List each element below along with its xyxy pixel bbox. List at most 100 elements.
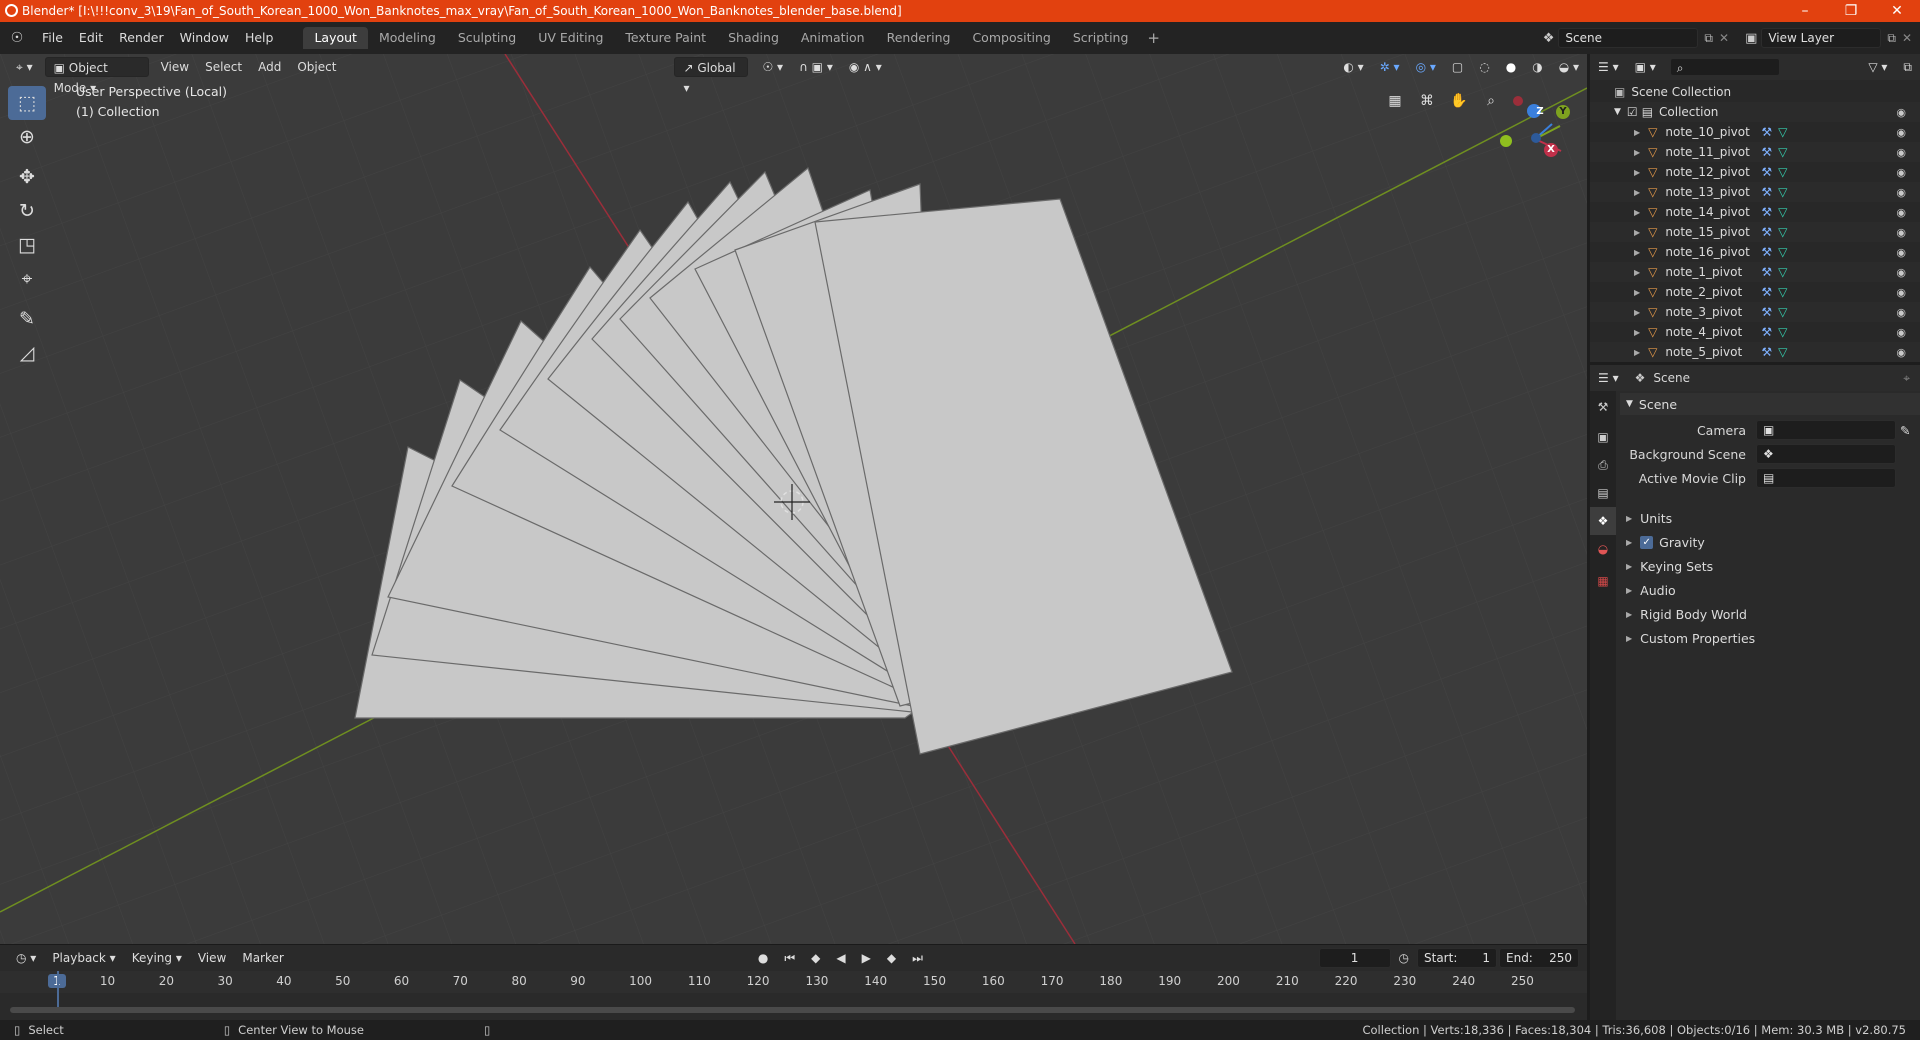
viewport-canvas[interactable] bbox=[0, 54, 1587, 944]
jump-start-icon[interactable]: ⏮ bbox=[776, 948, 803, 968]
viewport-menu-select[interactable]: Select bbox=[197, 57, 250, 77]
modifier-wrench-icon[interactable]: ⚒ bbox=[1761, 345, 1772, 359]
pin-icon[interactable]: ⌖ bbox=[1903, 371, 1910, 386]
expand-arrow-icon[interactable]: ▼ bbox=[1614, 107, 1621, 117]
annotate-tool-icon[interactable]: ✎ bbox=[8, 302, 46, 336]
modifier-wrench-icon[interactable]: ⚒ bbox=[1761, 125, 1772, 139]
eye-icon[interactable]: ◉ bbox=[1896, 106, 1906, 119]
property-section[interactable]: ▶ Audio bbox=[1620, 579, 1920, 601]
collection-checkbox-icon[interactable]: ☑ bbox=[1627, 105, 1638, 119]
play-reverse-icon[interactable]: ◀ bbox=[828, 948, 853, 968]
texture-tab-icon[interactable]: ▦ bbox=[1590, 563, 1616, 599]
mesh-data-icon[interactable]: ▽ bbox=[1778, 325, 1787, 339]
new-collection-icon[interactable]: ⧉ bbox=[1895, 57, 1920, 77]
next-keyframe-icon[interactable]: ◆ bbox=[879, 948, 904, 968]
mesh-data-icon[interactable]: ▽ bbox=[1778, 345, 1787, 359]
outliner-item[interactable]: ▶ ▽ note_2_pivot ⚒ ▽ ◉ bbox=[1590, 282, 1920, 302]
menu-edit[interactable]: Edit bbox=[71, 27, 111, 49]
modifier-wrench-icon[interactable]: ⚒ bbox=[1761, 325, 1772, 339]
modifier-wrench-icon[interactable]: ⚒ bbox=[1761, 245, 1772, 259]
mesh-data-icon[interactable]: ▽ bbox=[1778, 245, 1787, 259]
eyedropper-icon[interactable]: ✎ bbox=[1900, 423, 1910, 438]
mesh-data-icon[interactable]: ▽ bbox=[1778, 125, 1787, 139]
xray-icon[interactable]: ▢ bbox=[1444, 57, 1471, 77]
eye-icon[interactable]: ◉ bbox=[1896, 346, 1906, 359]
shading-material-icon[interactable]: ◑ bbox=[1524, 57, 1550, 77]
world-tab-icon[interactable]: ◒ bbox=[1590, 535, 1616, 563]
outliner-search-input[interactable]: ⌕ bbox=[1669, 58, 1780, 76]
proportional-edit-icon[interactable]: ◉ ∧ ▾ bbox=[841, 57, 890, 77]
collection-row[interactable]: ▼ ☑ ▤ Collection ◉ bbox=[1590, 102, 1920, 122]
gizmo-neg-z-icon[interactable] bbox=[1531, 133, 1541, 143]
tab-scripting[interactable]: Scripting bbox=[1062, 27, 1140, 49]
scene-close-icon[interactable]: ✕ bbox=[1719, 31, 1729, 45]
play-icon[interactable]: ▶ bbox=[854, 948, 879, 968]
expand-arrow-icon[interactable]: ▶ bbox=[1634, 328, 1640, 337]
3d-viewport[interactable]: Z Y X User Perspective (Local) (1) Colle… bbox=[0, 54, 1587, 944]
modifier-wrench-icon[interactable]: ⚒ bbox=[1761, 265, 1772, 279]
marker-menu[interactable]: Marker bbox=[234, 948, 291, 968]
eye-icon[interactable]: ◉ bbox=[1896, 266, 1906, 279]
outliner-item[interactable]: ▶ ▽ note_15_pivot ⚒ ▽ ◉ bbox=[1590, 222, 1920, 242]
scale-tool-icon[interactable]: ◳ bbox=[8, 228, 46, 262]
add-workspace-icon[interactable]: + bbox=[1139, 29, 1168, 47]
modifier-wrench-icon[interactable]: ⚒ bbox=[1761, 205, 1772, 219]
mesh-data-icon[interactable]: ▽ bbox=[1778, 165, 1787, 179]
menu-file[interactable]: File bbox=[34, 27, 71, 49]
display-mode-icon[interactable]: ▣ ▾ bbox=[1627, 57, 1664, 77]
filter-icon[interactable]: ▽ ▾ bbox=[1860, 57, 1895, 77]
outliner-item[interactable]: ▶ ▽ note_1_pivot ⚒ ▽ ◉ bbox=[1590, 262, 1920, 282]
start-frame-field[interactable]: Start: 1 bbox=[1417, 948, 1497, 968]
outliner-item[interactable]: ▶ ▽ note_16_pivot ⚒ ▽ ◉ bbox=[1590, 242, 1920, 262]
tool-tab-icon[interactable]: ⚒ bbox=[1590, 391, 1616, 423]
menu-help[interactable]: Help bbox=[237, 27, 282, 49]
menu-render[interactable]: Render bbox=[111, 27, 172, 49]
outliner-editor-type-icon[interactable]: ☰ ▾ bbox=[1590, 57, 1627, 77]
expand-arrow-icon[interactable]: ▶ bbox=[1634, 148, 1640, 157]
timeline-editor-type-icon[interactable]: ◷ ▾ bbox=[8, 948, 44, 968]
view-layer-tab-icon[interactable]: ▤ bbox=[1590, 479, 1616, 507]
pivot-icon[interactable]: ☉ ▾ bbox=[754, 57, 791, 77]
grid-view-icon[interactable]: ▦ bbox=[1382, 88, 1408, 114]
eye-icon[interactable]: ◉ bbox=[1896, 146, 1906, 159]
property-section[interactable]: ▶ Custom Properties bbox=[1620, 627, 1920, 649]
tab-modeling[interactable]: Modeling bbox=[368, 27, 447, 49]
camera-field[interactable]: ▣ bbox=[1756, 420, 1896, 440]
view-layer-close-icon[interactable]: ✕ bbox=[1902, 31, 1912, 45]
outliner-item[interactable]: ▶ ▽ note_12_pivot ⚒ ▽ ◉ bbox=[1590, 162, 1920, 182]
end-frame-field[interactable]: End: 250 bbox=[1499, 948, 1579, 968]
render-tab-icon[interactable]: ▣ bbox=[1590, 423, 1616, 451]
mesh-data-icon[interactable]: ▽ bbox=[1778, 265, 1787, 279]
viewport-menu-object[interactable]: Object bbox=[289, 57, 344, 77]
mesh-data-icon[interactable]: ▽ bbox=[1778, 145, 1787, 159]
expand-arrow-icon[interactable]: ▶ bbox=[1634, 128, 1640, 137]
shading-wireframe-icon[interactable]: ◌ bbox=[1471, 57, 1497, 77]
gravity-checkbox[interactable]: ✓ bbox=[1640, 535, 1654, 549]
view-layer-field[interactable]: View Layer bbox=[1761, 28, 1882, 48]
mesh-data-icon[interactable]: ▽ bbox=[1778, 285, 1787, 299]
shading-rendered-icon[interactable]: ◒ ▾ bbox=[1551, 57, 1587, 77]
keying-menu[interactable]: Keying ▾ bbox=[124, 948, 190, 968]
record-icon[interactable]: ● bbox=[750, 948, 776, 968]
modifier-wrench-icon[interactable]: ⚒ bbox=[1761, 225, 1772, 239]
expand-arrow-icon[interactable]: ▶ bbox=[1634, 348, 1640, 357]
expand-arrow-icon[interactable]: ▶ bbox=[1634, 228, 1640, 237]
view-layer-new-icon[interactable]: ⧉ bbox=[1887, 31, 1896, 46]
shading-solid-icon[interactable]: ● bbox=[1498, 57, 1524, 77]
modifier-wrench-icon[interactable]: ⚒ bbox=[1761, 185, 1772, 199]
transform-orientation-dropdown[interactable]: ↗ Global ▾ bbox=[674, 57, 749, 95]
gizmo-toggle-icon[interactable]: ✲ ▾ bbox=[1372, 57, 1408, 77]
timeline-view-menu[interactable]: View bbox=[190, 948, 234, 968]
gizmo-neg-x-icon[interactable] bbox=[1513, 96, 1523, 106]
tab-compositing[interactable]: Compositing bbox=[961, 27, 1061, 49]
close-button[interactable]: ✕ bbox=[1874, 0, 1920, 22]
eye-icon[interactable]: ◉ bbox=[1896, 226, 1906, 239]
tab-uv-editing[interactable]: UV Editing bbox=[527, 27, 614, 49]
outliner-item[interactable]: ▶ ▽ note_13_pivot ⚒ ▽ ◉ bbox=[1590, 182, 1920, 202]
visibility-icon[interactable]: ◐ ▾ bbox=[1335, 57, 1371, 77]
blender-menu-icon[interactable]: ☉ bbox=[0, 30, 34, 46]
camera-view-icon[interactable]: ⌘ bbox=[1414, 88, 1440, 114]
scene-tab-icon[interactable]: ❖ bbox=[1590, 507, 1616, 535]
viewport-menu-add[interactable]: Add bbox=[250, 57, 289, 77]
playback-menu[interactable]: Playback ▾ bbox=[44, 948, 123, 968]
